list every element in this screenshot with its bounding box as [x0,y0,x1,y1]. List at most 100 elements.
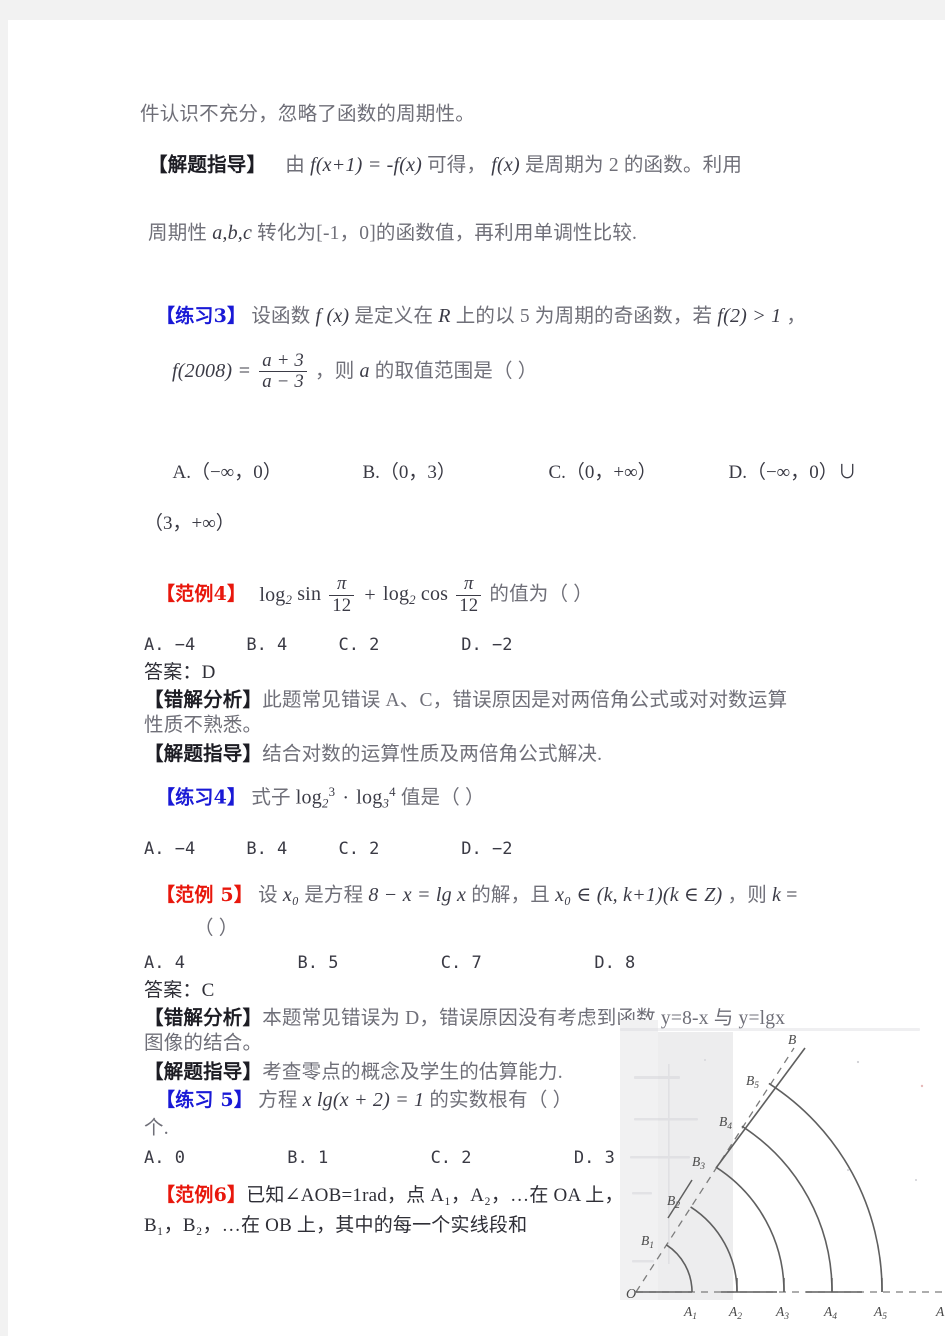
ex3-text-e: 的取值范围是（ ） [374,361,538,383]
ex4-guide-text: 结合对数的运算性质及两倍角公式解决. [262,743,603,765]
example-4-stem: 【范例4】 log2 sin π 12 + log2 cos π 12 的值为（… [156,573,848,616]
ex3-a: a [359,360,370,383]
guide-text-b: 可得， [427,154,487,176]
figure-svg: O A1 A2 A3 A4 A5 A B1 B2 B3 B4 B5 B [620,1020,945,1322]
exercise-4-tag: 【练习4】 [156,787,247,810]
ex4x-log-b: log [356,787,383,810]
ex3-option-c[interactable]: C.（0，+∞） [549,457,729,484]
ex4-twelve-1: 12 [329,594,355,616]
ex4-fraction-2: π 12 [456,573,482,615]
document-page: 件认识不充分，忽略了函数的周期性。 【解题指导】 由 f(x+1) = -f(x… [8,20,945,1336]
ex3-option-a[interactable]: A.（−∞，0） [173,457,363,484]
ex5-text-c: 的解，且 [471,884,550,906]
ex3-option-b[interactable]: B.（0，3） [363,457,549,484]
ex5-equation: 8 − x = lg x [368,883,467,906]
axis-ticks [736,1278,883,1292]
ex4x-sup-a: 3 [328,785,336,800]
example-5-options[interactable]: A. 4 B. 5 C. 7 D. 8 [144,953,848,973]
ex5-k: k [771,883,782,906]
ex4-cos: cos [420,583,449,606]
label-a5: A5 [873,1304,887,1322]
ex4-plus: + [364,583,376,606]
exercise-3-options: A.（−∞，0） B.（0，3） C.（0，+∞） D.（−∞，0）∪ [144,435,857,506]
label-a2: A2 [728,1304,742,1322]
guide-tag: 【解题指导】 [148,152,267,176]
ex5-guide-text: 考查零点的概念及学生的估算能力. [262,1061,563,1083]
ex5-text-b: 是方程 [304,884,364,906]
origin-label: O [626,1287,636,1302]
angle-aob-arcs-figure: O A1 A2 A3 A4 A5 A B1 B2 B3 B4 B5 B [620,1020,945,1336]
ex3-fraction: a + 3 a − 3 [259,350,307,392]
scan-tint-edge [620,1020,658,1300]
example-5-paren: （ ） [194,918,239,939]
ex3-frac-numerator: a + 3 [262,350,304,371]
ex5-guide-tag: 【解题指导】 [144,1059,263,1083]
label-a4: A4 [823,1304,837,1322]
ex3-text-a: 设函数 [251,305,311,327]
example-4-tag: 【范例4】 [156,583,247,606]
ex4-wrong-text-1: 此题常见错误 A、C，错误原因是对两倍角公式或对对数运算 [262,689,788,711]
ex4-base-1: 2 [285,593,293,608]
ex3-condition: f(2) > 1 [717,304,782,327]
ex4x-sup-b: 4 [389,785,396,800]
label-a: A [935,1304,945,1319]
example-6-tag: 【范例6】 [156,1184,247,1206]
label-a3: A3 [775,1304,789,1322]
wrong-analysis-tag: 【错解分析】 [144,687,263,711]
example-4-answer: 答案：D [144,661,216,683]
example-4-wrong-analysis: 【错解分析】此题常见错误 A、C，错误原因是对两倍角公式或对对数运算 [144,690,848,711]
ex5x-text-a: 方程 [258,1090,298,1111]
ex4-log-1: log [259,583,286,606]
guide-formula-1: f(x+1) = -f(x) [310,153,423,176]
exercise-3-tag: 【练习3】 [156,304,247,327]
ex5-text-d: ，则 [727,884,767,906]
ex4x-text-b: 值是（ ） [400,788,485,810]
example-4-guide: 【解题指导】结合对数的运算性质及两倍角公式解决. [144,744,848,765]
example-5-tag: 【范例 5】 [156,883,254,906]
ex4-fraction-1: π 12 [329,573,355,616]
exercise-3-options-wrap: （3，+∞） [144,513,235,535]
ex4x-base-a: 2 [321,796,329,811]
ex3-text-b: 是定义在 [354,305,434,327]
ex3-text-c: 上的以 5 为周期的奇函数，若 [455,305,713,327]
ex5-membership: x₀ ∈ (k, k+1)(k ∈ Z) [555,883,723,906]
ex4-pi-2: π [463,573,474,595]
guide-line2-a: 周期性 [148,223,208,244]
exercise-4-options[interactable]: A. −4 B. 4 C. 2 D. −2 [144,839,848,859]
guide-line2-vars: a,b,c [212,222,253,244]
ex6-line-1: 已知∠AOB=1rad，点 A₁，A₂，…在 OA 上， [246,1185,624,1206]
ex3-formula-lhs: f(2008) = [172,360,252,383]
ex4-guide-tag: 【解题指导】 [144,741,263,765]
arc-4 [741,1125,833,1293]
example-4-options[interactable]: A. −4 B. 4 C. 2 D. −2 [144,635,848,655]
ex4-base-2: 2 [409,593,416,608]
guide-block-1-line2: 周期性 a,b,c 转化为[-1，0]的函数值，再利用单调性比较. [148,223,848,244]
ex5-equals: = [786,883,798,906]
ex4-log-2: log [382,583,410,606]
ex3-text-d: ，则 [315,361,355,383]
ex3-fx: f (x) [315,304,350,327]
ex5-wrong-tag: 【错解分析】 [144,1005,263,1029]
exercise-4-stem: 【练习4】 式子 log23 · log34 值是（ ） [156,786,848,810]
exercise-3-formula: f(2008) = a + 3 a − 3 ，则 a 的取值范围是（ ） [172,350,848,393]
ex5x-text-b: 的实数根有（ ） [429,1090,573,1111]
label-b5: B5 [746,1073,759,1091]
ex3-option-d[interactable]: D.（−∞，0）∪ [729,462,857,483]
guide-text-c: 是周期为 2 的函数。利用 [524,154,743,176]
arc-5 [768,1082,883,1293]
ex4x-text-a: 式子 [251,788,291,810]
example-5-stem: 【范例 5】 设 x₀ 是方程 8 − x = lg x 的解，且 x₀ ∈ (… [156,885,848,906]
ex4-text-after: 的值为（ ） [489,584,593,606]
guide-text-a: 由 [285,154,305,176]
ex5-x0: x₀ [282,883,300,906]
continued-paragraph: 件认识不充分，忽略了函数的周期性。 [140,104,475,125]
ex4x-log-a: log [295,787,322,810]
example-4-wrong-analysis-line2: 性质不熟悉。 [144,715,263,737]
guide-block-1: 【解题指导】 由 f(x+1) = -f(x) 可得， f(x) 是周期为 2 … [148,152,848,176]
exercise-3-stem: 【练习3】 设函数 f (x) 是定义在 R 上的以 5 为周期的奇函数，若 f… [156,306,848,327]
exercise-5-tag: 【练习 5】 [156,1089,254,1111]
ex4-pi-1: π [337,573,347,595]
ex3-comma: ， [786,305,807,327]
label-b: B [788,1032,796,1047]
ex5-text-a: 设 [258,884,278,906]
